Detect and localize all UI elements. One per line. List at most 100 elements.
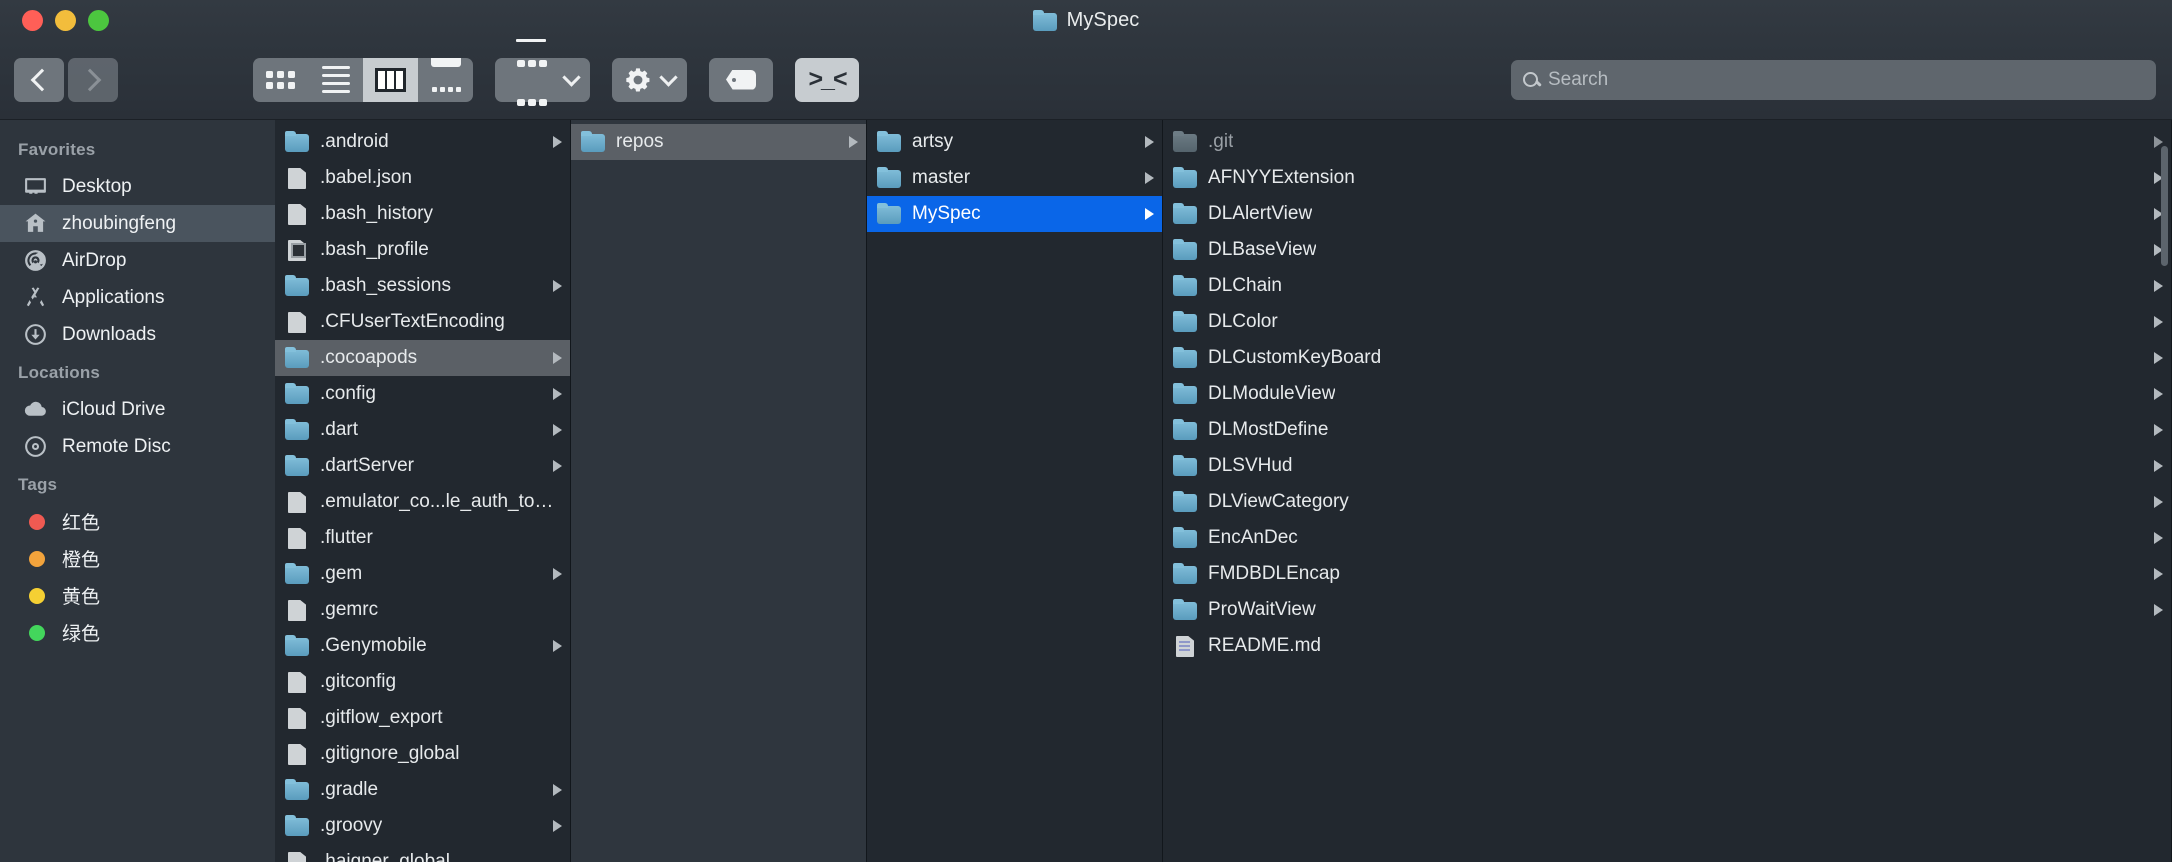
disclosure-arrow-icon[interactable] [2154, 424, 2163, 436]
file-row[interactable]: .gitignore_global [275, 736, 570, 772]
file-row[interactable]: .emulator_co...le_auth_token [275, 484, 570, 520]
file-row[interactable]: artsy [867, 124, 1162, 160]
disclosure-arrow-icon[interactable] [553, 640, 562, 652]
icon-view-button[interactable] [253, 58, 308, 102]
disclosure-arrow-icon[interactable] [2154, 568, 2163, 580]
file-row[interactable]: DLChain [1163, 268, 2171, 304]
file-row[interactable]: .bash_profile [275, 232, 570, 268]
sidebar-item-applications[interactable]: Applications [0, 279, 275, 316]
sidebar-item-desktop[interactable]: Desktop [0, 168, 275, 205]
file-row[interactable]: .Genymobile [275, 628, 570, 664]
file-row[interactable]: .gitflow_export [275, 700, 570, 736]
file-row[interactable]: .gem [275, 556, 570, 592]
disclosure-arrow-icon[interactable] [849, 136, 858, 148]
file-row[interactable]: ProWaitView [1163, 592, 2171, 628]
sidebar-item-黄色[interactable]: 黄色 [0, 577, 275, 614]
file-row[interactable]: .config [275, 376, 570, 412]
file-row[interactable]: .dart [275, 412, 570, 448]
minimize-button[interactable] [55, 9, 76, 31]
file-row[interactable]: .cocoapods [275, 340, 570, 376]
sidebar-item-绿色[interactable]: 绿色 [0, 614, 275, 651]
vertical-scrollbar[interactable] [2161, 146, 2168, 266]
file-row[interactable]: FMDBDLEncap [1163, 556, 2171, 592]
back-button[interactable] [14, 57, 64, 102]
file-row[interactable]: master [867, 160, 1162, 196]
file-name: .emulator_co...le_auth_token [320, 491, 562, 512]
file-row[interactable]: DLAlertView [1163, 196, 2171, 232]
disclosure-arrow-icon[interactable] [553, 460, 562, 472]
file-row[interactable]: .groovy [275, 808, 570, 844]
forward-button[interactable] [68, 57, 118, 102]
file-row[interactable]: .gradle [275, 772, 570, 808]
sidebar-item-remote-disc[interactable]: Remote Disc [0, 428, 275, 465]
sidebar-item-label: 红色 [62, 513, 101, 534]
file-row[interactable]: DLMostDefine [1163, 412, 2171, 448]
disclosure-arrow-icon[interactable] [1145, 172, 1154, 184]
column-view-button[interactable] [363, 57, 418, 102]
file-row[interactable]: EncAnDec [1163, 520, 2171, 556]
file-name: MySpec [912, 203, 981, 224]
disclosure-arrow-icon[interactable] [1145, 136, 1154, 148]
file-row[interactable]: DLModuleView [1163, 376, 2171, 412]
disclosure-arrow-icon[interactable] [2154, 604, 2163, 616]
file-row[interactable]: DLSVHud [1163, 448, 2171, 484]
disclosure-arrow-icon[interactable] [1145, 208, 1154, 220]
disclosure-arrow-icon[interactable] [2154, 496, 2163, 508]
disclosure-arrow-icon[interactable] [2154, 316, 2163, 328]
sidebar-item-zhoubingfeng[interactable]: zhoubingfeng [0, 205, 275, 242]
file-name: .dart [320, 419, 359, 440]
cloud-icon [22, 397, 48, 423]
chevron-down-icon [659, 67, 678, 87]
list-view-button[interactable] [308, 58, 363, 102]
sidebar-item-airdrop[interactable]: AirDrop [0, 242, 275, 279]
gallery-view-button[interactable] [418, 57, 473, 102]
disclosure-arrow-icon[interactable] [553, 388, 562, 400]
file-row[interactable]: .haigner_global [275, 844, 570, 862]
file-row[interactable]: DLViewCategory [1163, 484, 2171, 520]
sidebar-item-icloud-drive[interactable]: iCloud Drive [0, 391, 275, 428]
file-row[interactable]: .dartServer [275, 448, 570, 484]
search-field[interactable] [1511, 59, 2156, 100]
file-row[interactable]: AFNYYExtension [1163, 160, 2171, 196]
file-row[interactable]: .flutter [275, 520, 570, 556]
disclosure-arrow-icon[interactable] [2154, 532, 2163, 544]
disclosure-arrow-icon[interactable] [553, 820, 562, 832]
file-row[interactable]: .bash_sessions [275, 268, 570, 304]
disclosure-arrow-icon[interactable] [2154, 280, 2163, 292]
disclosure-arrow-icon[interactable] [2154, 352, 2163, 364]
disclosure-arrow-icon[interactable] [2154, 388, 2163, 400]
file-row[interactable]: .android [275, 124, 570, 160]
file-row[interactable]: DLColor [1163, 304, 2171, 340]
document-icon [285, 743, 309, 765]
file-row[interactable]: .gemrc [275, 592, 570, 628]
file-row[interactable]: .gitconfig [275, 664, 570, 700]
sidebar-item-downloads[interactable]: Downloads [0, 316, 275, 353]
disclosure-arrow-icon[interactable] [553, 136, 562, 148]
file-row[interactable]: repos [571, 124, 866, 160]
sidebar-item-橙色[interactable]: 橙色 [0, 540, 275, 577]
file-row[interactable]: .git [1163, 124, 2171, 160]
file-name: EncAnDec [1208, 527, 1298, 548]
maximize-button[interactable] [88, 9, 109, 31]
disclosure-arrow-icon[interactable] [553, 784, 562, 796]
folder-icon [581, 131, 605, 153]
disclosure-arrow-icon[interactable] [553, 352, 562, 364]
disclosure-arrow-icon[interactable] [2154, 460, 2163, 472]
disclosure-arrow-icon[interactable] [553, 424, 562, 436]
search-input[interactable] [1548, 68, 2144, 91]
file-row[interactable]: .babel.json [275, 160, 570, 196]
file-row[interactable]: DLBaseView [1163, 232, 2171, 268]
sidebar-item-红色[interactable]: 红色 [0, 503, 275, 540]
disclosure-arrow-icon[interactable] [553, 568, 562, 580]
disclosure-arrow-icon[interactable] [553, 280, 562, 292]
group-items-button[interactable] [495, 39, 590, 106]
action-menu-button[interactable] [612, 57, 687, 102]
open-terminal-button[interactable]: >_< [795, 57, 859, 102]
edit-tags-button[interactable] [709, 57, 773, 102]
file-row[interactable]: .bash_history [275, 196, 570, 232]
file-row[interactable]: MySpec [867, 196, 1162, 232]
file-row[interactable]: .CFUserTextEncoding [275, 304, 570, 340]
file-row[interactable]: DLCustomKeyBoard [1163, 340, 2171, 376]
file-row[interactable]: README.md [1163, 628, 2171, 664]
close-button[interactable] [22, 9, 43, 31]
